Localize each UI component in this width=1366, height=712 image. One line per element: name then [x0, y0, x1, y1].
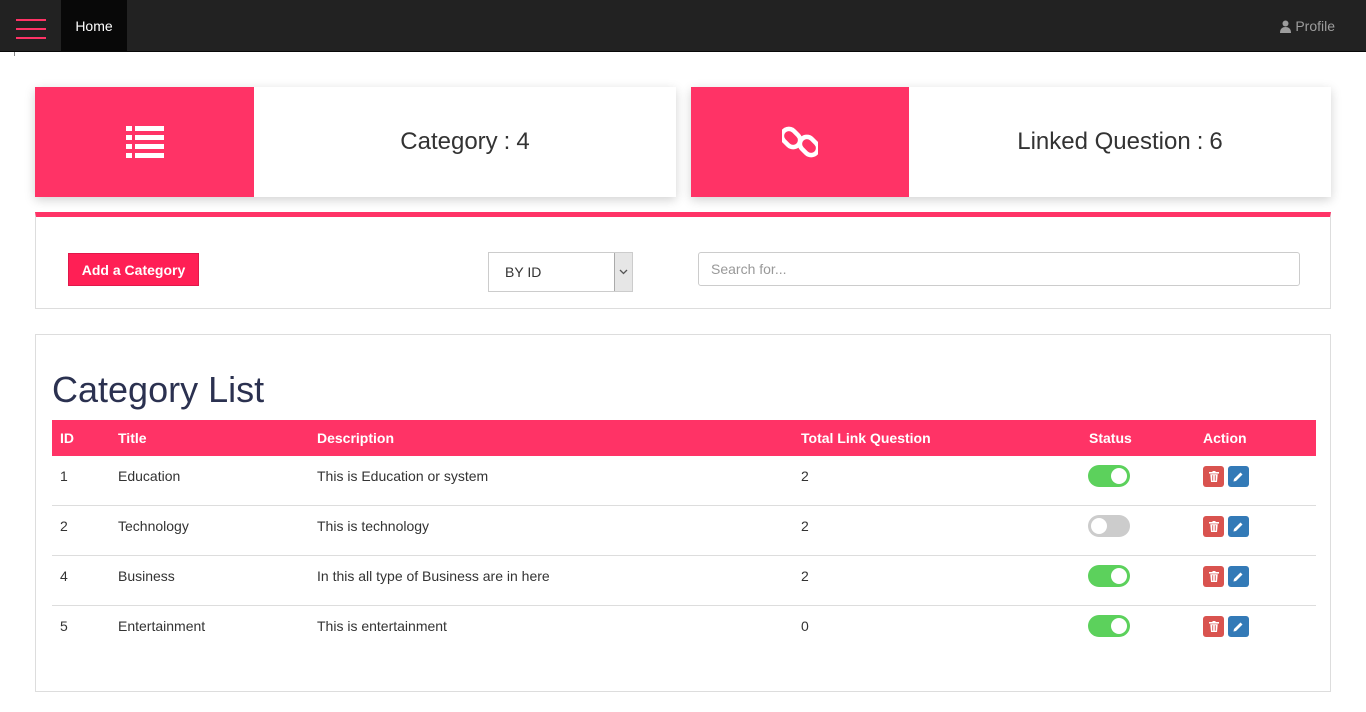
row-title: Entertainment — [118, 618, 206, 634]
row-title: Education — [118, 468, 181, 484]
nav-home-link[interactable]: Home — [61, 0, 127, 52]
column-header-action: Action — [1203, 430, 1247, 446]
table-row: 5 Entertainment This is entertainment 0 — [52, 606, 1316, 656]
search-input[interactable] — [698, 252, 1300, 286]
divider — [14, 52, 15, 56]
table-row: 2 Technology This is technology 2 — [52, 506, 1316, 556]
page-title: Category List — [52, 369, 265, 410]
trash-icon — [1208, 471, 1219, 482]
sort-selected-value: BY ID — [505, 264, 542, 280]
category-count-card: Category : 4 — [35, 87, 676, 197]
stat-icon-box — [35, 87, 254, 197]
profile-label: Profile — [1295, 18, 1335, 34]
link-icon — [782, 126, 818, 158]
delete-button[interactable] — [1203, 516, 1224, 537]
edit-button[interactable] — [1228, 566, 1249, 587]
trash-icon — [1208, 621, 1219, 632]
pencil-icon — [1233, 472, 1243, 482]
stat-value: 4 — [516, 128, 530, 155]
row-id: 2 — [60, 518, 68, 534]
hamburger-menu-icon[interactable] — [0, 0, 61, 52]
table-row: 1 Education This is Education or system … — [52, 456, 1316, 506]
top-navbar: Home Profile — [0, 0, 1366, 52]
stat-separator: : — [503, 128, 511, 155]
status-toggle[interactable] — [1088, 465, 1130, 487]
chevron-down-icon[interactable] — [614, 253, 632, 291]
edit-button[interactable] — [1228, 616, 1249, 637]
user-icon — [1280, 20, 1292, 33]
nav-profile-link[interactable]: Profile — [1280, 0, 1335, 52]
row-total: 0 — [801, 618, 809, 634]
table-row: 4 Business In this all type of Business … — [52, 556, 1316, 606]
stat-label: Category — [400, 128, 498, 155]
row-total: 2 — [801, 518, 809, 534]
sort-select[interactable]: BY ID — [488, 252, 633, 292]
pencil-icon — [1233, 622, 1243, 632]
column-header-status: Status — [1089, 430, 1132, 446]
column-header-total: Total Link Question — [801, 430, 931, 446]
linked-question-text: Linked Question : 6 — [909, 87, 1331, 197]
delete-button[interactable] — [1203, 566, 1224, 587]
pencil-icon — [1233, 522, 1243, 532]
row-description: This is Education or system — [317, 468, 489, 484]
row-description: In this all type of Business are in here — [317, 568, 550, 584]
row-description: This is entertainment — [317, 618, 447, 634]
column-header-description: Description — [317, 430, 395, 446]
delete-button[interactable] — [1203, 466, 1224, 487]
stat-label: Linked Question — [1017, 128, 1191, 155]
row-title: Technology — [118, 518, 189, 534]
list-icon — [125, 126, 164, 158]
row-id: 1 — [60, 468, 68, 484]
status-toggle[interactable] — [1088, 565, 1130, 587]
row-id: 4 — [60, 568, 68, 584]
stat-value: 6 — [1209, 128, 1223, 155]
stat-separator: : — [1196, 128, 1204, 155]
edit-button[interactable] — [1228, 516, 1249, 537]
trash-icon — [1208, 521, 1219, 532]
table-header: ID Title Description Total Link Question… — [52, 420, 1316, 456]
trash-icon — [1208, 571, 1219, 582]
category-list-panel: Category List ID Title Description Total… — [35, 334, 1331, 692]
delete-button[interactable] — [1203, 616, 1224, 637]
linked-question-card: Linked Question : 6 — [691, 87, 1331, 197]
category-count-text: Category : 4 — [254, 87, 676, 197]
row-total: 2 — [801, 468, 809, 484]
add-category-button[interactable]: Add a Category — [68, 253, 199, 286]
row-id: 5 — [60, 618, 68, 634]
row-title: Business — [118, 568, 175, 584]
column-header-title: Title — [118, 430, 147, 446]
row-total: 2 — [801, 568, 809, 584]
column-header-id: ID — [60, 430, 74, 446]
pencil-icon — [1233, 572, 1243, 582]
edit-button[interactable] — [1228, 466, 1249, 487]
status-toggle[interactable] — [1088, 515, 1130, 537]
status-toggle[interactable] — [1088, 615, 1130, 637]
row-description: This is technology — [317, 518, 430, 534]
filter-panel: Add a Category BY ID — [35, 212, 1331, 309]
stat-icon-box — [691, 87, 909, 197]
category-table: ID Title Description Total Link Question… — [52, 420, 1316, 656]
